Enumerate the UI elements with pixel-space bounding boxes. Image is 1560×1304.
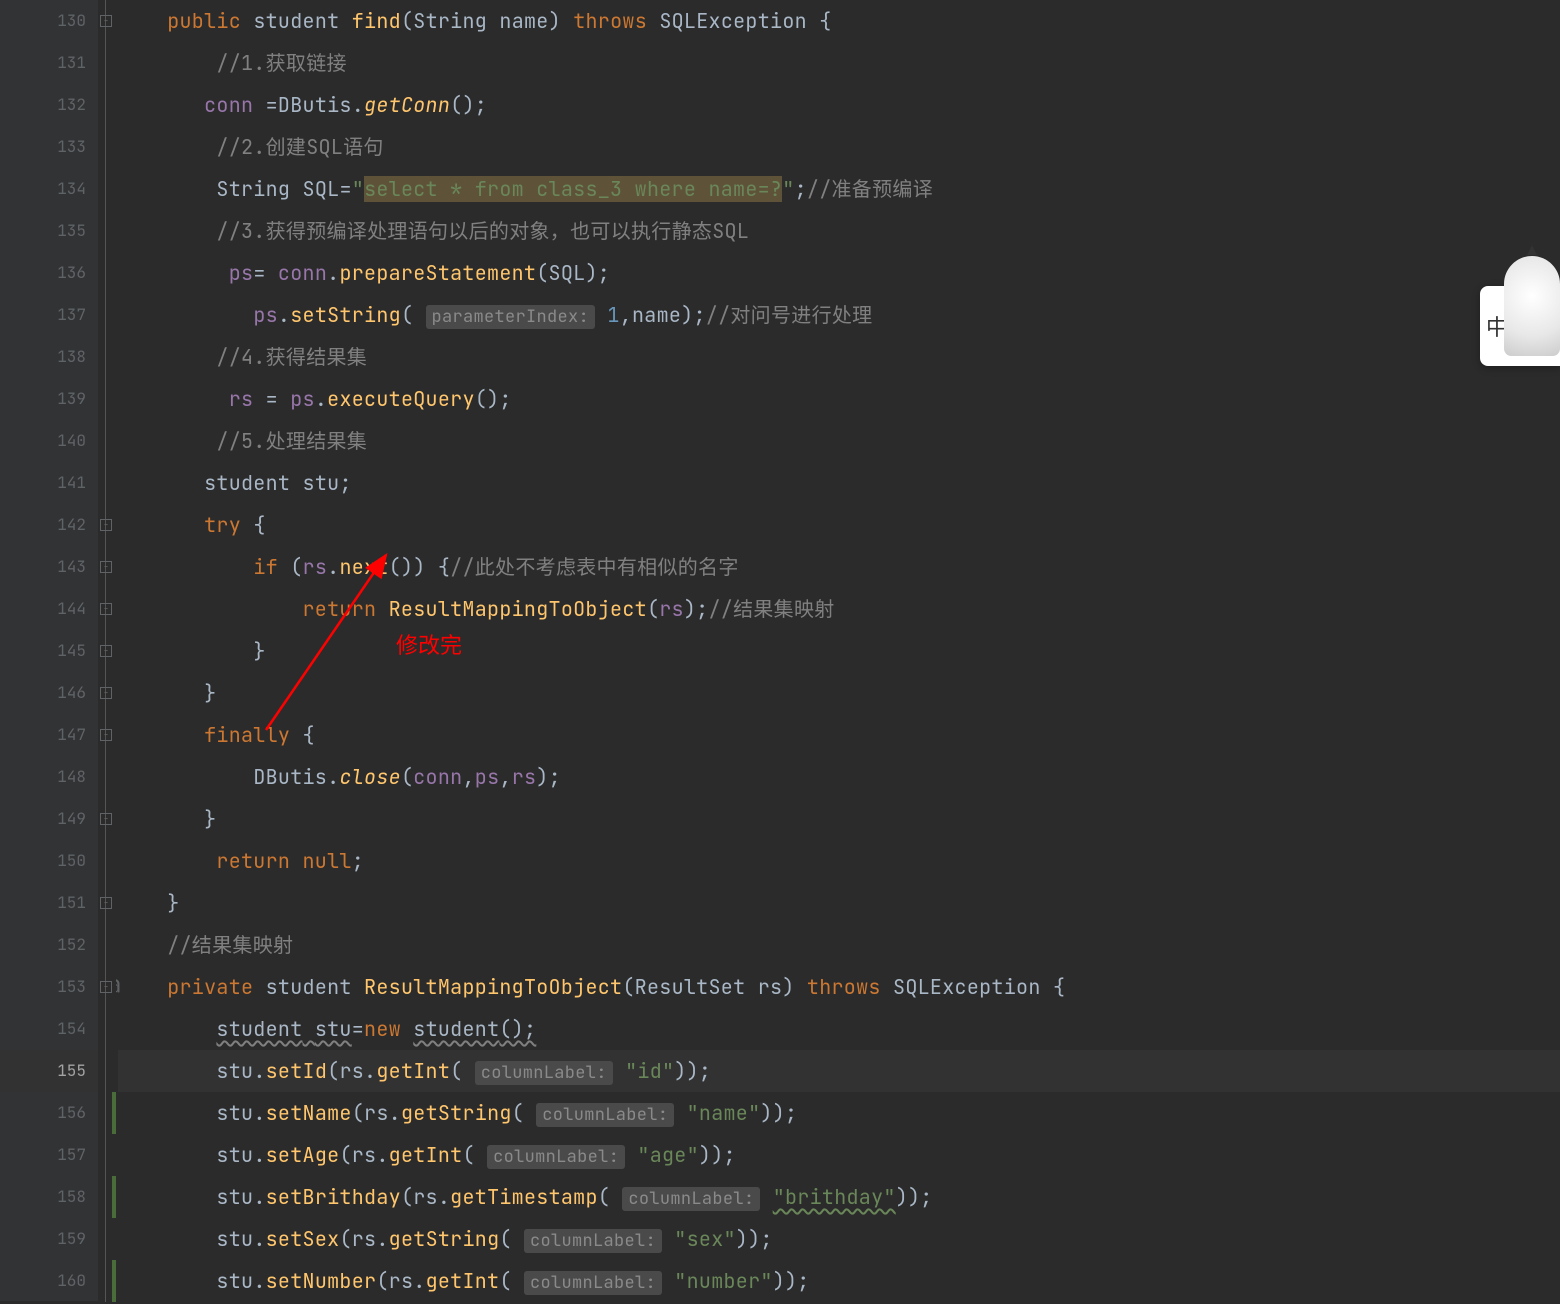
code-line[interactable]: //3.获得预编译处理语句以后的对象，也可以执行静态SQL xyxy=(118,210,1560,252)
line-number[interactable]: 154 xyxy=(0,1008,98,1050)
code-line[interactable]: finally { xyxy=(118,714,1560,756)
line-number[interactable]: 139 xyxy=(0,378,98,420)
line-number[interactable]: 152 xyxy=(0,924,98,966)
ime-avatar-icon xyxy=(1504,256,1560,356)
line-number[interactable]: 136 xyxy=(0,252,98,294)
change-marker xyxy=(112,1176,116,1218)
line-number[interactable]: 143 xyxy=(0,546,98,588)
line-number[interactable]: 134 xyxy=(0,168,98,210)
line-number[interactable]: 142 xyxy=(0,504,98,546)
code-line[interactable]: try { xyxy=(118,504,1560,546)
code-line[interactable]: } xyxy=(118,882,1560,924)
change-marker xyxy=(112,1260,116,1302)
fold-marker-icon[interactable]: − xyxy=(100,981,112,993)
code-line[interactable]: stu.setName(rs.getString( columnLabel: "… xyxy=(118,1092,1560,1134)
code-line[interactable]: } xyxy=(118,672,1560,714)
parameter-hint: columnLabel: xyxy=(524,1271,662,1295)
parameter-hint: columnLabel: xyxy=(622,1187,760,1211)
code-line[interactable]: //4.获得结果集 xyxy=(118,336,1560,378)
line-number[interactable]: 145 xyxy=(0,630,98,672)
line-number[interactable]: 157 xyxy=(0,1134,98,1176)
fold-marker-icon[interactable]: − xyxy=(100,897,112,909)
line-number[interactable]: 133 xyxy=(0,126,98,168)
line-number[interactable]: 140 xyxy=(0,420,98,462)
parameter-hint: columnLabel: xyxy=(536,1103,674,1127)
line-number[interactable]: 148 xyxy=(0,756,98,798)
code-line[interactable]: student stu=new student(); xyxy=(118,1008,1560,1050)
line-number[interactable]: 159 xyxy=(0,1218,98,1260)
code-line[interactable]: //5.处理结果集 xyxy=(118,420,1560,462)
code-line[interactable]: if (rs.next()) {//此处不考虑表中有相似的名字 xyxy=(118,546,1560,588)
code-editor[interactable]: 1301311321331341351361371381391401411421… xyxy=(0,0,1560,1301)
line-number[interactable]: 155 xyxy=(0,1050,98,1092)
code-line[interactable]: return ResultMappingToObject(rs);//结果集映射 xyxy=(118,588,1560,630)
code-line[interactable]: public student find(String name) throws … xyxy=(118,0,1560,42)
code-line[interactable]: ps= conn.prepareStatement(SQL); xyxy=(118,252,1560,294)
line-number[interactable]: 153@ xyxy=(0,966,98,1008)
line-number[interactable]: 149 xyxy=(0,798,98,840)
line-number[interactable]: 147 xyxy=(0,714,98,756)
code-line[interactable]: } xyxy=(118,798,1560,840)
code-line[interactable]: rs = ps.executeQuery(); xyxy=(118,378,1560,420)
code-line[interactable]: stu.setSex(rs.getString( columnLabel: "s… xyxy=(118,1218,1560,1260)
code-line[interactable]: stu.setNumber(rs.getInt( columnLabel: "n… xyxy=(118,1260,1560,1302)
code-line[interactable]: //结果集映射 xyxy=(118,924,1560,966)
parameter-hint: columnLabel: xyxy=(475,1061,613,1085)
code-line[interactable]: conn =DButis.getConn(); xyxy=(118,84,1560,126)
line-number[interactable]: 158 xyxy=(0,1176,98,1218)
fold-marker-icon[interactable]: − xyxy=(100,729,112,741)
line-number[interactable]: 141 xyxy=(0,462,98,504)
code-line[interactable]: return null; xyxy=(118,840,1560,882)
line-number[interactable]: 138 xyxy=(0,336,98,378)
code-line[interactable]: stu.setAge(rs.getInt( columnLabel: "age"… xyxy=(118,1134,1560,1176)
fold-marker-icon[interactable]: − xyxy=(100,561,112,573)
code-line[interactable]: } xyxy=(118,630,1560,672)
code-line[interactable]: private student ResultMappingToObject(Re… xyxy=(118,966,1560,1008)
change-marker xyxy=(112,1092,116,1134)
fold-marker-icon[interactable]: − xyxy=(100,519,112,531)
line-number-gutter[interactable]: 1301311321331341351361371381391401411421… xyxy=(0,0,98,1301)
parameter-hint: columnLabel: xyxy=(524,1229,662,1253)
code-line[interactable]: //1.获取链接 xyxy=(118,42,1560,84)
line-number[interactable]: 131 xyxy=(0,42,98,84)
line-number[interactable]: 132 xyxy=(0,84,98,126)
fold-marker-icon[interactable]: − xyxy=(100,603,112,615)
line-number[interactable]: 160 xyxy=(0,1260,98,1302)
line-number[interactable]: 137 xyxy=(0,294,98,336)
code-line[interactable]: student stu; xyxy=(118,462,1560,504)
code-line[interactable]: ps.setString( parameterIndex: 1,name);//… xyxy=(118,294,1560,336)
line-number[interactable]: 150 xyxy=(0,840,98,882)
line-number[interactable]: 135 xyxy=(0,210,98,252)
code-line[interactable]: stu.setBrithday(rs.getTimestamp( columnL… xyxy=(118,1176,1560,1218)
ime-indicator[interactable]: 中 xyxy=(1480,286,1560,366)
line-number[interactable]: 130 xyxy=(0,0,98,42)
line-number[interactable]: 156 xyxy=(0,1092,98,1134)
code-line[interactable]: String SQL="select * from class_3 where … xyxy=(118,168,1560,210)
parameter-hint: parameterIndex: xyxy=(426,305,596,329)
parameter-hint: columnLabel: xyxy=(487,1145,625,1169)
line-number[interactable]: 144 xyxy=(0,588,98,630)
line-number[interactable]: 151 xyxy=(0,882,98,924)
fold-marker-icon[interactable]: − xyxy=(100,645,112,657)
fold-marker-icon[interactable]: − xyxy=(100,687,112,699)
code-line-current[interactable]: stu.setId(rs.getInt( columnLabel: "id"))… xyxy=(118,1050,1560,1092)
fold-marker-icon[interactable]: − xyxy=(100,813,112,825)
code-line[interactable]: DButis.close(conn,ps,rs); xyxy=(118,756,1560,798)
code-text-area[interactable]: public student find(String name) throws … xyxy=(116,0,1560,1301)
fold-marker-icon[interactable]: − xyxy=(100,15,112,27)
line-number[interactable]: 146 xyxy=(0,672,98,714)
code-line[interactable]: //2.创建SQL语句 xyxy=(118,126,1560,168)
